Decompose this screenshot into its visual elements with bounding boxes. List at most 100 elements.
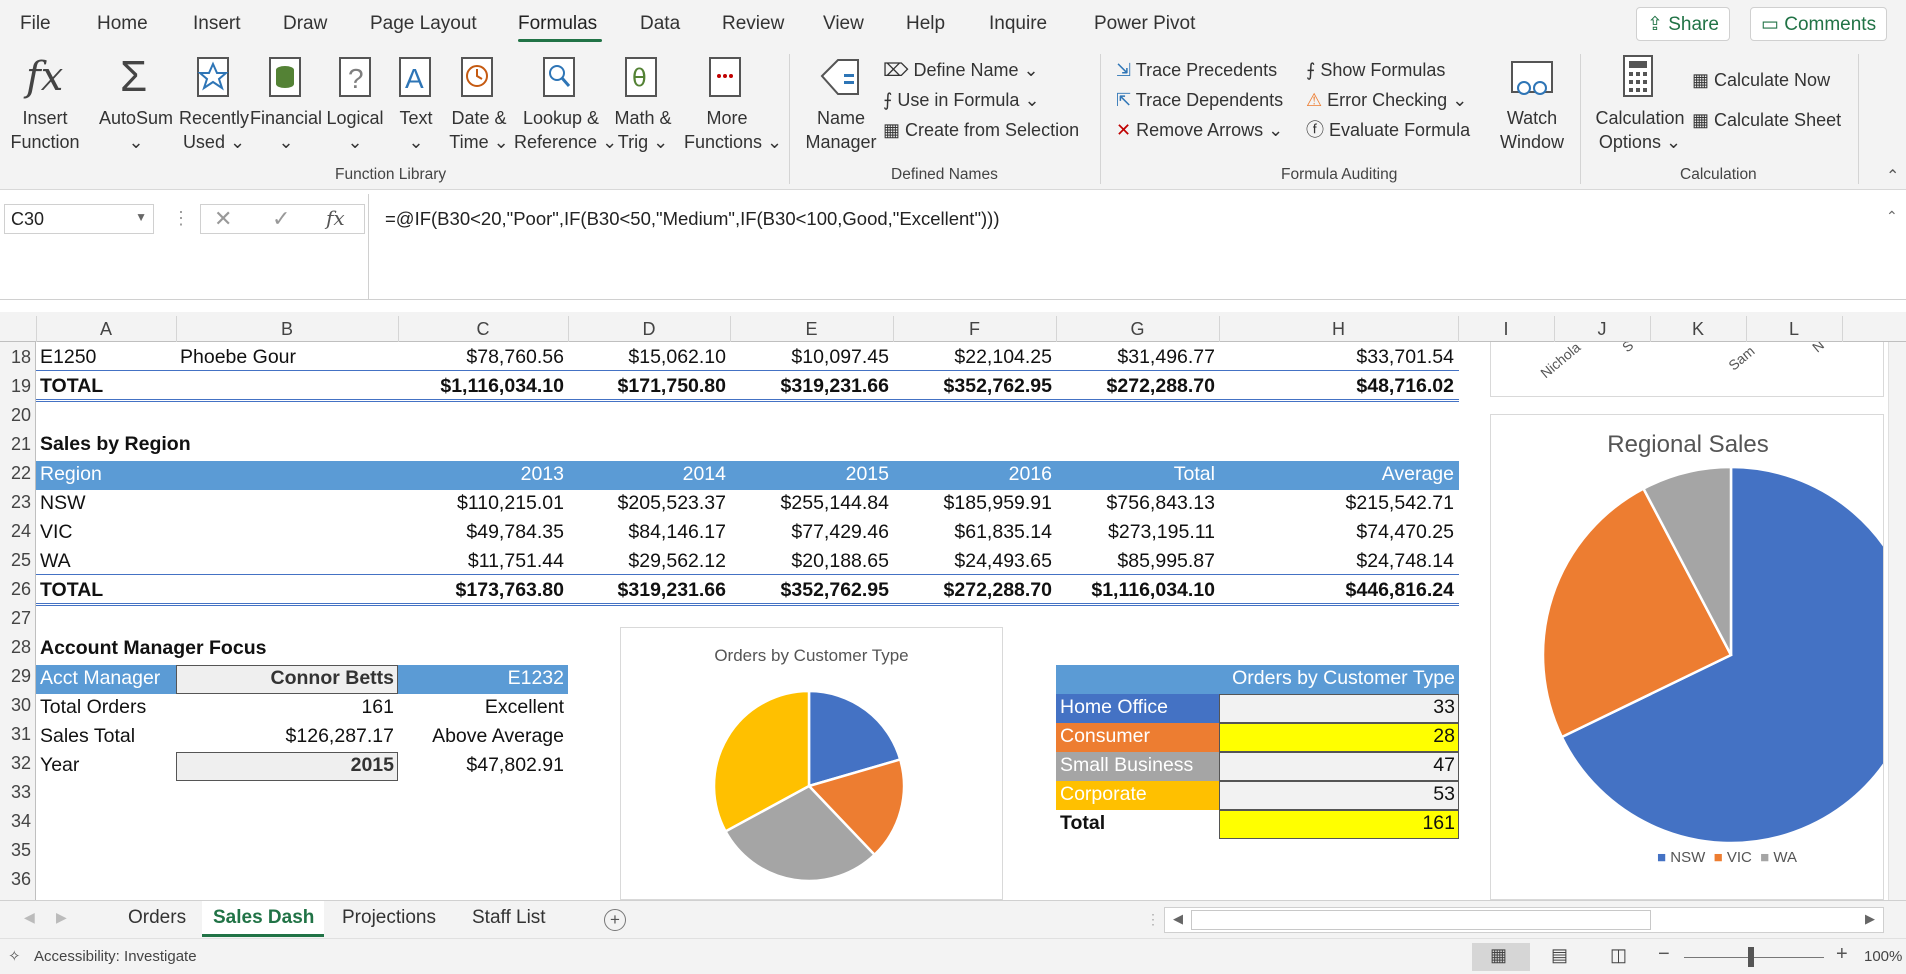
- cell[interactable]: Acct Manager: [40, 667, 160, 690]
- orders-table-header[interactable]: Orders by Customer Type: [1056, 667, 1455, 690]
- cell[interactable]: $185,959.91: [893, 492, 1052, 515]
- cell[interactable]: $171,750.80: [568, 375, 726, 398]
- account-manager-focus-title[interactable]: Account Manager Focus: [40, 637, 266, 660]
- trace-precedents-button[interactable]: ⇲ Trace Precedents: [1116, 58, 1277, 82]
- sales-by-region-title[interactable]: Sales by Region: [40, 433, 191, 456]
- sheet-tab-orders[interactable]: Orders: [128, 907, 186, 929]
- cell[interactable]: $273,195.11: [1056, 521, 1215, 544]
- show-formulas-button[interactable]: ⨍ Show Formulas: [1306, 58, 1445, 82]
- column-header-i[interactable]: I: [1458, 319, 1554, 340]
- column-header-l[interactable]: L: [1746, 319, 1842, 340]
- cell[interactable]: E1232: [398, 667, 564, 690]
- cell[interactable]: $61,835.14: [893, 521, 1052, 544]
- scrollbar-thumb[interactable]: [1191, 910, 1651, 930]
- create-from-selection-button[interactable]: ▦ Create from Selection: [883, 118, 1079, 142]
- cell[interactable]: $205,523.37: [568, 492, 726, 515]
- cell[interactable]: Region: [40, 463, 102, 486]
- cell[interactable]: 161: [176, 696, 394, 719]
- insert-function-button[interactable]: Insert Function: [4, 106, 86, 154]
- cell[interactable]: $48,716.02: [1219, 375, 1454, 398]
- evaluate-formula-button[interactable]: ⓕ Evaluate Formula: [1306, 118, 1470, 142]
- insert-function-icon[interactable]: fx: [326, 206, 345, 230]
- zoom-out-icon[interactable]: −: [1658, 943, 1670, 966]
- cell[interactable]: $78,760.56: [398, 346, 564, 369]
- logical-button[interactable]: Logical ⌄: [322, 106, 388, 154]
- financial-button[interactable]: Financial ⌄: [250, 106, 322, 154]
- scroll-left-icon[interactable]: ◀: [1173, 911, 1183, 927]
- cell[interactable]: $110,215.01: [398, 492, 564, 515]
- cell[interactable]: Total: [1056, 463, 1215, 486]
- remove-arrows-button[interactable]: ✕ Remove Arrows ⌄: [1116, 118, 1283, 142]
- cell[interactable]: $77,429.46: [730, 521, 889, 544]
- horizontal-scrollbar[interactable]: ◀ ▶: [1164, 907, 1884, 933]
- selected-cell-c30[interactable]: Excellent: [398, 696, 564, 719]
- column-header-d[interactable]: D: [568, 319, 730, 340]
- trace-dependents-button[interactable]: ⇱ Trace Dependents: [1116, 88, 1283, 112]
- cell[interactable]: 161: [1219, 812, 1455, 835]
- menu-inquire[interactable]: Inquire: [989, 13, 1047, 35]
- menu-review[interactable]: Review: [722, 13, 784, 35]
- cell[interactable]: VIC: [40, 521, 73, 544]
- cell[interactable]: Above Average: [398, 725, 564, 748]
- column-header-c[interactable]: C: [398, 319, 568, 340]
- zoom-level[interactable]: 100%: [1864, 948, 1902, 965]
- cell[interactable]: $319,231.66: [568, 579, 726, 602]
- menu-home[interactable]: Home: [97, 13, 148, 35]
- column-header-f[interactable]: F: [893, 319, 1056, 340]
- math-trig-button[interactable]: Math & Trig ⌄: [608, 106, 678, 154]
- cell[interactable]: NSW: [40, 492, 86, 515]
- cell[interactable]: WA: [40, 550, 71, 573]
- cell[interactable]: $173,763.80: [398, 579, 564, 602]
- collapse-formula-bar-icon[interactable]: ⌃: [1886, 208, 1898, 225]
- cell[interactable]: $29,562.12: [568, 550, 726, 573]
- cell[interactable]: $352,762.95: [893, 375, 1052, 398]
- column-header-b[interactable]: B: [176, 319, 398, 340]
- column-header-a[interactable]: A: [36, 319, 176, 340]
- cell[interactable]: $11,751.44: [398, 550, 564, 573]
- name-box[interactable]: C30 ▼: [4, 204, 154, 234]
- page-break-view-icon[interactable]: ◫: [1610, 945, 1627, 966]
- cell[interactable]: $84,146.17: [568, 521, 726, 544]
- cell[interactable]: $126,287.17: [176, 725, 394, 748]
- cell[interactable]: $352,762.95: [730, 579, 889, 602]
- menu-formulas[interactable]: Formulas: [518, 13, 597, 35]
- share-button[interactable]: ⇪ Share: [1636, 7, 1730, 41]
- menu-insert[interactable]: Insert: [193, 13, 241, 35]
- worksheet-grid[interactable]: E1250 Phoebe Gour $78,760.56 $15,062.10 …: [0, 342, 1906, 900]
- cell[interactable]: 33: [1219, 696, 1455, 719]
- comments-button[interactable]: ▭ Comments: [1750, 7, 1888, 41]
- cancel-icon[interactable]: ✕: [214, 206, 232, 232]
- menu-data[interactable]: Data: [640, 13, 680, 35]
- cell[interactable]: 2016: [893, 463, 1052, 486]
- zoom-slider-thumb[interactable]: [1748, 947, 1754, 967]
- sheet-tab-sales-dash[interactable]: Sales Dash: [213, 907, 314, 929]
- accessibility-icon[interactable]: ✧: [8, 947, 21, 965]
- more-functions-button[interactable]: More Functions ⌄: [684, 106, 782, 154]
- enter-icon[interactable]: ✓: [272, 206, 290, 232]
- cell[interactable]: $272,288.70: [1056, 375, 1215, 398]
- error-checking-button[interactable]: ⚠ Error Checking ⌄: [1306, 88, 1467, 112]
- cell[interactable]: Sales Total: [40, 725, 135, 748]
- scroll-left-icon[interactable]: ◀: [24, 909, 35, 926]
- cell[interactable]: 28: [1219, 725, 1455, 748]
- cell[interactable]: $15,062.10: [568, 346, 726, 369]
- calculate-now-button[interactable]: ▦ Calculate Now: [1692, 68, 1830, 92]
- recently-used-button[interactable]: Recently Used ⌄: [178, 106, 250, 154]
- acct-manager-value[interactable]: Connor Betts: [176, 667, 395, 690]
- calculation-options-button[interactable]: Calculation Options ⌄: [1594, 106, 1686, 154]
- lookup-reference-button[interactable]: Lookup & Reference ⌄: [514, 106, 617, 154]
- cell[interactable]: 2015: [730, 463, 889, 486]
- cell[interactable]: $24,748.14: [1219, 550, 1454, 573]
- cell[interactable]: Home Office: [1060, 696, 1168, 719]
- cell[interactable]: TOTAL: [40, 375, 103, 398]
- cell[interactable]: E1250: [40, 346, 96, 369]
- cell[interactable]: $10,097.45: [730, 346, 889, 369]
- vertical-scrollbar[interactable]: [1888, 342, 1906, 900]
- regional-sales-chart[interactable]: Regional Sales ■ NSW ■ VIC ■ WA: [1490, 414, 1884, 900]
- use-in-formula-button[interactable]: ⨍ Use in Formula ⌄: [883, 88, 1040, 112]
- menu-help[interactable]: Help: [906, 13, 945, 35]
- sheet-tab-projections[interactable]: Projections: [342, 907, 436, 929]
- cell[interactable]: $756,843.13: [1056, 492, 1215, 515]
- zoom-in-icon[interactable]: +: [1836, 943, 1848, 966]
- menu-page-layout[interactable]: Page Layout: [370, 13, 477, 35]
